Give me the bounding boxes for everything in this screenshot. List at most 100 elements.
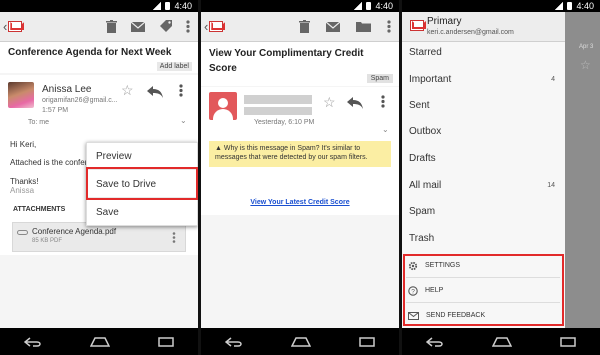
delete-button[interactable] bbox=[299, 20, 310, 33]
mark-unread-button[interactable] bbox=[131, 21, 145, 32]
signal-icon bbox=[555, 2, 564, 10]
back-nav-icon[interactable] bbox=[426, 336, 444, 347]
folder-sent[interactable]: Sent bbox=[409, 92, 559, 119]
tag-icon bbox=[160, 20, 172, 32]
navigation-drawer-screen: 4:40 Apr 3 ☆ Primary keri.c.andersen@gma… bbox=[402, 0, 600, 355]
folder-important[interactable]: Important 4 bbox=[409, 66, 559, 93]
redacted-sender-name bbox=[244, 95, 312, 104]
more-vert-icon bbox=[387, 20, 391, 33]
email-screen-spam: 4:40 ‹ View Your Complimentary Credit Sc… bbox=[201, 0, 399, 355]
spam-label[interactable]: Spam bbox=[366, 74, 393, 83]
home-nav-icon[interactable] bbox=[291, 336, 311, 347]
highlight-save-to-drive bbox=[86, 167, 198, 200]
overflow-menu-button[interactable] bbox=[186, 20, 190, 33]
recipient-line: To: me bbox=[28, 119, 50, 126]
attachment-more-icon[interactable] bbox=[172, 232, 176, 243]
credit-score-link[interactable]: View Your Latest Credit Score bbox=[201, 199, 399, 206]
attachments-header: ATTACHMENTS bbox=[13, 206, 66, 213]
mark-unread-button[interactable] bbox=[326, 21, 340, 32]
back-nav-icon[interactable] bbox=[225, 336, 243, 347]
folder-label: Spam bbox=[409, 206, 436, 217]
expand-details-icon[interactable]: ⌄ bbox=[180, 116, 187, 125]
status-time: 4:40 bbox=[576, 1, 594, 11]
star-icon[interactable]: ☆ bbox=[323, 94, 336, 111]
move-to-button[interactable] bbox=[356, 21, 371, 32]
folder-drafts[interactable]: Drafts bbox=[409, 145, 559, 172]
sender-email: origamifan26@gmail.c... bbox=[42, 97, 118, 104]
recents-nav-icon[interactable] bbox=[158, 336, 174, 347]
attachment-name: Conference Agenda.pdf bbox=[32, 227, 117, 236]
reply-icon[interactable] bbox=[147, 86, 163, 98]
more-vert-icon bbox=[186, 20, 190, 33]
system-nav-bar bbox=[201, 328, 399, 355]
mail-icon bbox=[326, 21, 340, 32]
home-nav-icon[interactable] bbox=[492, 336, 512, 347]
body-signature: Anissa bbox=[10, 186, 35, 195]
account-email: keri.c.andersen@gmail.com bbox=[427, 29, 514, 36]
action-bar: ‹ bbox=[0, 12, 198, 42]
recents-nav-icon[interactable] bbox=[560, 336, 576, 347]
message-time: Yesterday, 6:10 PM bbox=[254, 119, 315, 126]
star-icon: ☆ bbox=[580, 58, 591, 72]
signal-icon bbox=[153, 2, 162, 10]
inbox-date: Apr 3 bbox=[579, 44, 594, 50]
star-icon[interactable]: ☆ bbox=[121, 82, 134, 99]
trash-icon bbox=[299, 20, 310, 33]
status-bar: 4:40 bbox=[402, 0, 600, 12]
email-subject: Conference Agenda for Next Week bbox=[8, 47, 172, 58]
folder-label: Important bbox=[409, 74, 452, 85]
trash-icon bbox=[106, 20, 117, 33]
avatar-head bbox=[218, 98, 228, 108]
avatar[interactable] bbox=[209, 92, 237, 120]
back-nav-icon[interactable] bbox=[24, 336, 42, 347]
reply-icon[interactable] bbox=[347, 97, 363, 109]
email-screen-conference: 4:40 ‹ Conference Agenda for Next Week A… bbox=[0, 0, 198, 355]
redacted-sender-email bbox=[244, 107, 312, 115]
gmail-logo-icon bbox=[8, 21, 23, 32]
folder-outbox[interactable]: Outbox bbox=[409, 118, 559, 145]
mail-icon bbox=[131, 21, 145, 32]
battery-icon bbox=[165, 2, 171, 10]
folder-label: Trash bbox=[409, 233, 435, 244]
gmail-logo-icon bbox=[209, 21, 224, 32]
spam-warning: ▲ Why is this message in Spam? It's simi… bbox=[209, 141, 391, 167]
folder-count: 4 bbox=[551, 76, 555, 83]
attachment-meta: 85 KB PDF bbox=[32, 238, 63, 244]
account-title: Primary bbox=[427, 16, 462, 27]
more-vert-icon[interactable] bbox=[381, 95, 385, 108]
recents-nav-icon[interactable] bbox=[359, 336, 375, 347]
email-subject: View Your Complimentary Credit Score bbox=[209, 48, 364, 74]
back-button[interactable]: ‹ bbox=[0, 19, 32, 34]
warning-icon: ▲ bbox=[215, 145, 224, 152]
more-vert-icon[interactable] bbox=[179, 84, 183, 97]
status-bar: 4:40 bbox=[201, 0, 399, 12]
folder-label: Sent bbox=[409, 100, 430, 111]
action-bar: ‹ bbox=[201, 12, 399, 42]
overflow-menu-button[interactable] bbox=[387, 20, 391, 33]
add-label-button[interactable]: Add label bbox=[156, 62, 192, 71]
battery-icon bbox=[567, 2, 573, 10]
home-nav-icon[interactable] bbox=[90, 336, 110, 347]
back-button[interactable]: ‹ bbox=[201, 19, 233, 34]
chevron-left-icon: ‹ bbox=[3, 19, 8, 34]
folder-label: All mail bbox=[409, 180, 442, 191]
system-nav-bar bbox=[402, 328, 600, 355]
body-thanks: Thanks! bbox=[10, 177, 39, 186]
label-button[interactable] bbox=[159, 20, 172, 33]
menu-item-save[interactable]: Save bbox=[87, 199, 197, 226]
expand-details-icon[interactable]: ⌄ bbox=[382, 125, 389, 134]
battery-icon bbox=[366, 2, 372, 10]
folder-starred[interactable]: Starred bbox=[409, 39, 559, 66]
folder-all-mail[interactable]: All mail 14 bbox=[409, 172, 559, 199]
status-bar: 4:40 bbox=[0, 0, 198, 12]
delete-button[interactable] bbox=[106, 20, 117, 33]
avatar[interactable] bbox=[8, 82, 34, 108]
folder-label: Drafts bbox=[409, 153, 436, 164]
folder-spam[interactable]: Spam bbox=[409, 198, 559, 225]
menu-item-preview[interactable]: Preview bbox=[87, 143, 197, 170]
folder-trash[interactable]: Trash bbox=[409, 225, 559, 252]
highlight-footer-items bbox=[403, 254, 564, 326]
gmail-logo-icon bbox=[410, 20, 424, 31]
spam-warning-text: Why is this message in Spam? It's simila… bbox=[215, 145, 368, 161]
status-time: 4:40 bbox=[375, 1, 393, 11]
